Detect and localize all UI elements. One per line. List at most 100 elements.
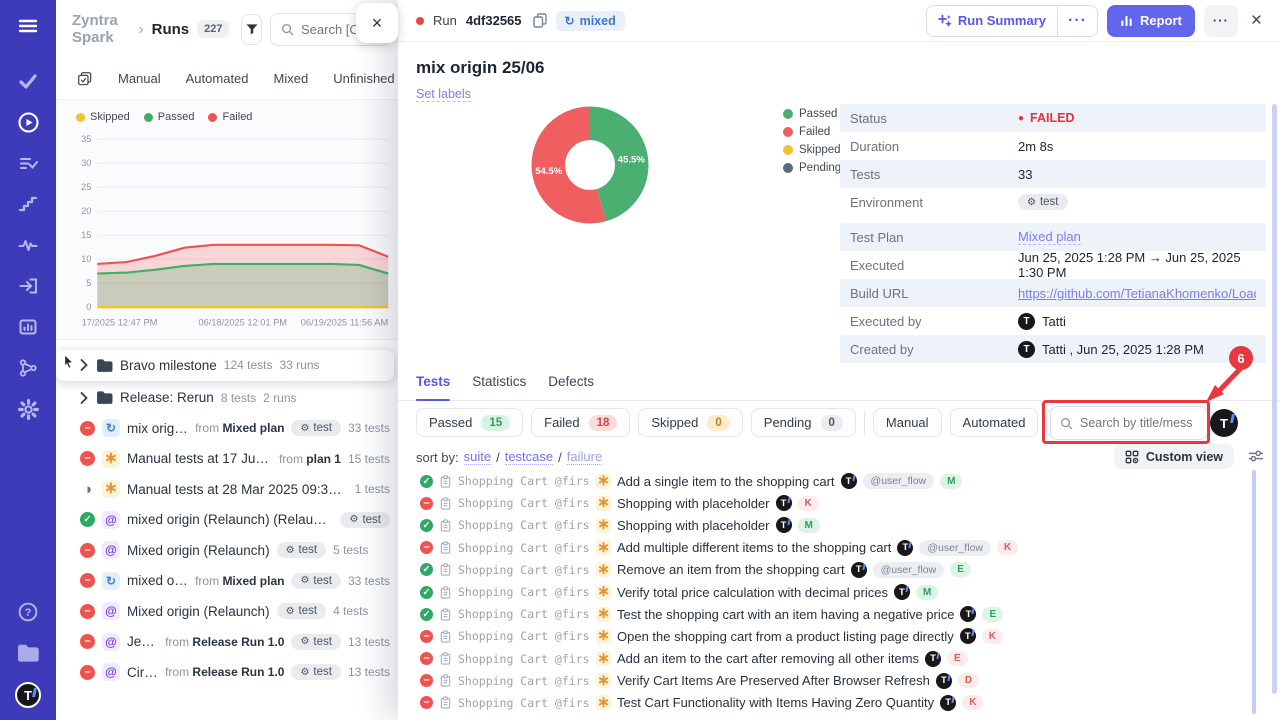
close-run-button[interactable]: × [1247,10,1266,32]
runs-tab[interactable]: Automated [186,71,249,86]
status-filter-chip[interactable]: Failed 18 [531,408,630,437]
runs-tab[interactable]: Unfinished [333,71,394,86]
imports-icon[interactable] [16,274,40,298]
chart-legend: Skipped Passed Failed [68,109,394,125]
assignee-avatar: T [960,628,976,644]
run-list-item[interactable]: Circle CI run from Release Run 1.0 test … [56,657,398,688]
detail-tab[interactable]: Statistics [472,374,526,400]
run-list-item[interactable]: mix origin 25/06 from Mixed plan test 33… [56,413,398,444]
run-meta: 13 tests [348,635,390,649]
run-list-item[interactable]: Release: Rerun 8 tests 2 runs [56,383,398,414]
run-list-item[interactable]: Manual tests at 17 Jun 2025 10:09 from p… [56,444,398,475]
clipboard-icon [439,586,452,599]
test-row[interactable]: Shopping Cart @first… Shopping with plac… [398,492,1258,514]
test-search[interactable] [1050,406,1208,440]
tests-icon[interactable] [16,69,40,93]
test-row[interactable]: Shopping Cart @first… Add multiple diffe… [398,537,1258,559]
chevron-right-icon[interactable] [80,359,89,371]
detail-value[interactable]: FAILED [1018,111,1075,125]
status-icon [80,421,95,436]
settings-icon[interactable] [16,397,40,421]
status-filter-chip[interactable]: Passed 15 [416,408,523,437]
more-actions-button[interactable]: ··· [1204,5,1238,37]
test-row[interactable]: Shopping Cart @first… Shopping with plac… [398,514,1258,536]
tests-scrollbar[interactable] [1252,470,1256,714]
test-row[interactable]: Shopping Cart @first… Test Cart Function… [398,692,1258,714]
sort-by-testcase[interactable]: testcase [505,449,553,465]
integrations-icon[interactable] [16,356,40,380]
custom-view-button[interactable]: Custom view [1114,444,1234,469]
svg-text:17/2025 12:47 PM: 17/2025 12:47 PM [82,318,158,328]
type-filter-chip[interactable]: Manual [873,408,942,437]
folder-icon [96,390,113,405]
detail-value[interactable]: Mixed plan [1018,229,1081,245]
run-list-item[interactable]: Mixed origin (Relaunch) test 5 tests [56,535,398,566]
sort-by-suite[interactable]: suite [464,449,491,465]
projects-icon[interactable] [16,641,40,665]
type-filter-chip[interactable]: Automated [950,408,1039,437]
test-title: Verify total price calculation with deci… [617,585,888,600]
detail-row: Environment test [840,188,1266,216]
run-type-icon [102,511,120,529]
chevron-right-icon[interactable] [80,392,89,404]
detail-value[interactable]: test [1018,194,1068,210]
status-icon [420,696,433,709]
run-list-item[interactable]: mixed origin (Relaunch) from Mixed plan … [56,566,398,597]
detail-value[interactable]: https://github.com/TetianaKhomenko/Load-… [1018,286,1256,301]
panel-scrollbar[interactable] [1272,104,1277,694]
milestones-icon[interactable] [16,192,40,216]
run-summary-more-icon[interactable]: ··· [1058,12,1097,30]
status-icon [420,497,433,510]
assignee-avatar[interactable]: T [1210,409,1238,437]
detail-tab[interactable]: Defects [548,374,594,400]
detail-value[interactable]: 2m 8s [1018,139,1053,154]
run-list-item[interactable]: mixed origin (Relaunch) (Relaunch) test [56,505,398,536]
test-title: Add an item to the cart after removing a… [617,651,919,666]
filter-count-badge: 15 [481,415,510,431]
test-row[interactable]: Shopping Cart @first… Verify Cart Items … [398,670,1258,692]
status-icon [80,665,95,680]
report-button[interactable]: Report [1107,5,1195,37]
set-labels-link[interactable]: Set labels [416,87,471,102]
test-row[interactable]: Shopping Cart @first… Add a single item … [398,470,1258,492]
activity-icon[interactable] [16,233,40,257]
detail-value[interactable]: Jun 25, 2025 1:28 PM → Jun 25, 2025 1:30… [1018,250,1256,280]
test-search-input[interactable] [1080,416,1192,430]
copy-icon[interactable] [533,13,547,28]
runs-icon[interactable] [16,110,40,134]
help-icon[interactable]: ? [16,600,40,624]
run-type-badge[interactable]: mixed [556,11,625,31]
test-plans-icon[interactable] [16,151,40,175]
sort-by-failure[interactable]: failure [567,449,602,465]
run-list-item[interactable]: Bravo milestone 124 tests 33 runs [56,350,394,381]
status-filter-chip[interactable]: Pending 0 [751,408,856,437]
clipboard-icon [439,563,452,576]
test-row[interactable]: Shopping Cart @first… Verify total price… [398,581,1258,603]
run-summary-button[interactable]: Run Summary ··· [926,5,1098,37]
detail-value[interactable]: 33 [1018,167,1032,182]
close-panel-button[interactable]: × [356,3,398,43]
run-list-item[interactable]: Manual tests at 28 Mar 2025 09:33 (Relau… [56,474,398,505]
run-list-item[interactable]: Mixed origin (Relaunch) test 4 tests [56,596,398,627]
detail-value[interactable]: Tatti [1018,313,1066,330]
runs-tab[interactable]: Manual [118,71,161,86]
reports-icon[interactable] [16,315,40,339]
detail-value[interactable]: Tatti , Jun 25, 2025 1:28 PM [1018,341,1204,358]
breadcrumb-app[interactable]: Zyntra Spark [72,12,131,46]
test-row[interactable]: Shopping Cart @first… Open the shopping … [398,625,1258,647]
filter-button[interactable] [241,14,262,45]
status-icon [420,630,433,643]
test-row[interactable]: Shopping Cart @first… Test the shopping … [398,603,1258,625]
test-row[interactable]: Shopping Cart @first… Add an item to the… [398,648,1258,670]
run-list-item[interactable]: Jenkins run from Release Run 1.0 test 13… [56,627,398,658]
select-all-icon[interactable] [76,70,93,87]
runs-tab[interactable]: Mixed [274,71,309,86]
test-row[interactable]: Shopping Cart @first… Remove an item fro… [398,559,1258,581]
status-filter-chip[interactable]: Skipped 0 [638,408,742,437]
view-settings-icon[interactable] [1248,449,1264,463]
manual-test-icon [596,474,611,489]
user-avatar[interactable]: T [15,682,41,708]
test-suite: Shopping Cart @first… [458,652,590,666]
menu-icon[interactable] [16,14,40,38]
detail-tab[interactable]: Tests [416,374,450,400]
